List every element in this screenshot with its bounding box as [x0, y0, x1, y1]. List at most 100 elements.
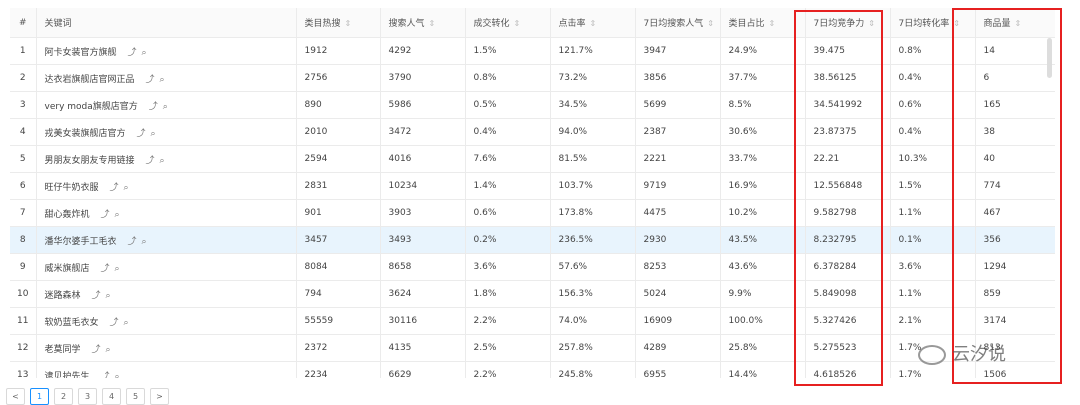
cell-text: 121.7% — [558, 46, 593, 56]
next-page-button[interactable]: > — [150, 388, 169, 405]
table-row[interactable]: 9 威米旗舰店 ⤴ ⌕ 8084 8658 3.6% 57.6% 8253 43.6% 6.3782… — [10, 253, 1055, 281]
table-cell: 3947 — [635, 37, 721, 65]
cell-text: 旺仔牛奶衣服 — [44, 182, 99, 193]
table-cell: 9 — [10, 253, 37, 281]
cell-text: 迷路森林 — [44, 290, 81, 301]
table-cell: 10234 — [380, 172, 466, 200]
wechat-icon — [918, 345, 946, 365]
keyword-cell: 迷路森林 ⤴ ⌕ — [36, 280, 297, 308]
column-header[interactable]: 7日均搜索人气 ⇕ — [635, 8, 721, 38]
trend-icon[interactable]: ⤴ — [128, 48, 137, 58]
table-cell: 3457 — [296, 226, 381, 254]
column-header[interactable]: 成交转化 ⇕ — [465, 8, 551, 38]
table-cell: 5 — [10, 145, 37, 173]
cell-text: 4289 — [643, 343, 667, 353]
table-row[interactable]: 11 软奶蓝毛衣女 ⤴ ⌕ 55559 30116 2.2% 74.0% 16909 100.0%… — [10, 307, 1055, 335]
page-4-button[interactable]: 4 — [102, 388, 121, 405]
search-icon[interactable]: ⌕ — [124, 183, 129, 193]
page-2-button[interactable]: 2 — [54, 388, 73, 405]
sort-icon[interactable]: ⇕ — [345, 19, 352, 28]
keyword-actions: ⤴ ⌕ — [96, 372, 120, 379]
column-header[interactable]: 点击率 ⇕ — [550, 8, 636, 38]
table-cell: 3 — [10, 91, 37, 119]
trend-icon[interactable]: ⤴ — [110, 183, 119, 193]
cell-text: 0.4% — [898, 127, 922, 137]
search-icon[interactable]: ⌕ — [115, 210, 120, 220]
column-header-label: 7日均搜索人气 — [643, 19, 704, 29]
table-cell: 11 — [10, 307, 37, 335]
table-row[interactable]: 1 阿卡女装官方旗舰 ⤴ ⌕ 1912 4292 1.5% 121.7% 3947 24.9% 39… — [10, 37, 1055, 65]
search-icon[interactable]: ⌕ — [160, 156, 165, 166]
table-row[interactable]: 12 老莫同学 ⤴ ⌕ 2372 4135 2.5% 257.8% 4289 25.8% 5.275… — [10, 334, 1055, 362]
cell-text: 16.9% — [728, 181, 758, 191]
table-row[interactable]: 8 潘华尔婆手工毛衣 ⤴ ⌕ 3457 3493 0.2% 236.5% 2930 43.5% 8.… — [10, 226, 1055, 254]
keyword-cell: 戎美女装旗舰店官方 ⤴ ⌕ — [36, 118, 297, 146]
trend-icon[interactable]: ⤴ — [146, 156, 155, 166]
cell-text: 173.8% — [558, 208, 593, 218]
page-1-button[interactable]: 1 — [30, 388, 49, 405]
trend-icon[interactable]: ⤴ — [149, 102, 158, 112]
cell-text: 4475 — [643, 208, 667, 218]
cell-text: 6 — [19, 181, 26, 191]
trend-icon[interactable]: ⤴ — [146, 75, 155, 85]
search-icon[interactable]: ⌕ — [106, 291, 111, 301]
trend-icon[interactable]: ⤴ — [92, 345, 101, 355]
sort-icon[interactable]: ⇕ — [429, 19, 436, 28]
watermark-text: 云汐说 — [952, 344, 1006, 365]
table-row[interactable]: 5 男朋友女朋友专用链接 ⤴ ⌕ 2594 4016 7.6% 81.5% 2221 33.7% 2… — [10, 145, 1055, 173]
cell-text: 3856 — [643, 73, 667, 83]
column-header[interactable]: 类目占比 ⇕ — [720, 8, 806, 38]
table-cell: 4 — [10, 118, 37, 146]
sort-icon[interactable]: ⇕ — [707, 19, 714, 28]
sort-icon[interactable]: ⇕ — [514, 19, 521, 28]
table-row[interactable]: 7 甜心轰炸机 ⤴ ⌕ 901 3903 0.6% 173.8% 4475 10.2% 9.5827… — [10, 199, 1055, 227]
keyword-cell: 旺仔牛奶衣服 ⤴ ⌕ — [36, 172, 297, 200]
search-icon[interactable]: ⌕ — [160, 75, 165, 85]
table-cell: 156.3% — [550, 280, 636, 308]
trend-icon[interactable]: ⤴ — [92, 291, 101, 301]
search-icon[interactable]: ⌕ — [142, 237, 147, 247]
sort-icon[interactable]: ⇕ — [590, 19, 597, 28]
table-cell: 2 — [10, 64, 37, 92]
table-cell: 73.2% — [550, 64, 636, 92]
table-cell: 0.5% — [465, 91, 551, 119]
keyword-actions: ⤴ ⌕ — [87, 291, 111, 301]
table-row[interactable]: 6 旺仔牛奶衣服 ⤴ ⌕ 2831 10234 1.4% 103.7% 9719 16.9% 12.… — [10, 172, 1055, 200]
table-row[interactable]: 3 very moda旗舰店官方 ⤴ ⌕ 890 5986 0.5% 34.5% 5699 8.5… — [10, 91, 1055, 119]
prev-page-button[interactable]: < — [6, 388, 25, 405]
cell-text: 3.6% — [473, 262, 497, 272]
table-cell: 173.8% — [550, 199, 636, 227]
search-icon[interactable]: ⌕ — [151, 129, 156, 139]
column-header[interactable]: 类目热搜 ⇕ — [296, 8, 381, 38]
search-icon[interactable]: ⌕ — [115, 264, 120, 274]
trend-icon[interactable]: ⤴ — [101, 372, 110, 379]
table-row[interactable]: 13 逮贝护先生 ⤴ ⌕ 2234 6629 2.2% 245.8% 6955 14.4% 4.61… — [10, 361, 1055, 379]
column-header-label: 关键词 — [44, 19, 72, 29]
trend-icon[interactable]: ⤴ — [110, 318, 119, 328]
cell-text: 4292 — [388, 46, 412, 56]
sort-icon[interactable]: ⇕ — [769, 19, 776, 28]
table-row[interactable]: 10 迷路森林 ⤴ ⌕ 794 3624 1.8% 156.3% 5024 9.9% 5.84909… — [10, 280, 1055, 308]
trend-icon[interactable]: ⤴ — [101, 264, 110, 274]
cell-text: 34.5% — [558, 100, 588, 110]
cell-text: 2831 — [304, 181, 328, 191]
search-icon[interactable]: ⌕ — [124, 318, 129, 328]
trend-icon[interactable]: ⤴ — [101, 210, 110, 220]
search-icon[interactable]: ⌕ — [106, 345, 111, 355]
table-cell: 2594 — [296, 145, 381, 173]
column-header[interactable]: 搜索人气 ⇕ — [380, 8, 466, 38]
search-icon[interactable]: ⌕ — [163, 102, 168, 112]
keyword-actions: ⤴ ⌕ — [141, 75, 165, 85]
table-cell: 30.6% — [720, 118, 806, 146]
search-icon[interactable]: ⌕ — [142, 48, 147, 58]
page-5-button[interactable]: 5 — [126, 388, 145, 405]
cell-text: 2.2% — [473, 370, 497, 378]
table-cell: 74.0% — [550, 307, 636, 335]
trend-icon[interactable]: ⤴ — [128, 237, 137, 247]
cell-text: 10 — [17, 289, 29, 299]
trend-icon[interactable]: ⤴ — [137, 129, 146, 139]
search-icon[interactable]: ⌕ — [115, 372, 120, 379]
page-3-button[interactable]: 3 — [78, 388, 97, 405]
table-row[interactable]: 2 达衣岩旗舰店官网正品 ⤴ ⌕ 2756 3790 0.8% 73.2% 3856 37.7% 3… — [10, 64, 1055, 92]
table-row[interactable]: 4 戎美女装旗舰店官方 ⤴ ⌕ 2010 3472 0.4% 94.0% 2387 30.6% 23… — [10, 118, 1055, 146]
